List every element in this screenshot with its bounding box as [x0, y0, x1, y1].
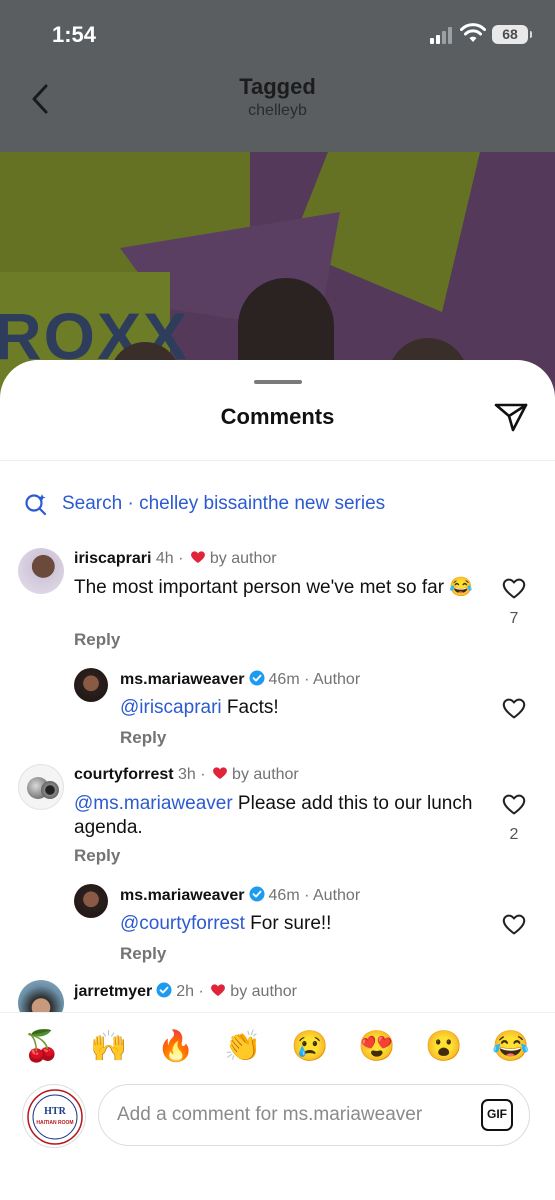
avatar[interactable] — [74, 668, 108, 702]
mention-link[interactable]: @courtyforrest — [120, 913, 245, 934]
verified-icon — [249, 670, 265, 686]
heart-icon[interactable] — [501, 792, 527, 816]
comment-composer: HTR HAITIAN ROOM GIF — [0, 1080, 555, 1200]
liked-by-author: by author — [230, 983, 298, 1000]
reply-button[interactable]: Reply — [120, 944, 166, 964]
avatar[interactable] — [74, 884, 108, 918]
emoji-laughing[interactable]: 😂 — [491, 1029, 531, 1065]
heart-icon — [211, 984, 226, 996]
author-tag: Author — [313, 671, 361, 688]
svg-text:HAITIAN ROOM: HAITIAN ROOM — [36, 1120, 73, 1126]
comment-text: @courtyforrest For sure!! — [120, 913, 332, 934]
comment-meta: jarretmyer 2h · by author — [74, 982, 298, 1000]
reply-button[interactable]: Reply — [74, 630, 120, 650]
author-tag: Author — [313, 887, 361, 904]
liked-by-author: by author — [232, 766, 299, 783]
search-suggestion[interactable]: Search · chelley bissainthe new series — [62, 493, 385, 515]
comment-username[interactable]: courtyforrest — [74, 766, 174, 783]
emoji-heart-eyes[interactable]: 😍 — [357, 1029, 397, 1065]
mention-link[interactable]: @iriscaprari — [120, 697, 222, 718]
heart-icon — [190, 551, 205, 563]
heart-icon[interactable] — [501, 696, 527, 720]
heart-icon[interactable] — [501, 912, 527, 936]
top-navbar: Tagged chelleyb — [0, 70, 555, 152]
comment-input[interactable] — [117, 1097, 457, 1133]
comment-input-box[interactable]: GIF — [98, 1084, 530, 1146]
background-overlay: 1:54 68 Tagged chelleyb ROXX — [0, 0, 555, 420]
comment-username[interactable]: ms.mariaweaver — [120, 671, 245, 688]
reply-button[interactable]: Reply — [74, 846, 120, 866]
comment-time: 2h — [176, 983, 195, 1000]
comment-meta: ms.mariaweaver 46m · Author — [120, 670, 361, 688]
like-count: 7 — [509, 610, 519, 627]
emoji-crying[interactable]: 😢 — [290, 1029, 330, 1065]
like-count: 2 — [509, 826, 519, 843]
emoji-quick-bar: 🍒 🙌 🔥 👏 😢 😍 😮 😂 — [0, 1012, 555, 1080]
battery-indicator: 68 — [492, 25, 532, 44]
signal-icon — [430, 26, 456, 44]
page-title: Tagged — [239, 74, 316, 99]
emoji-clapping[interactable]: 👏 — [223, 1029, 263, 1065]
comment-time: 46m — [268, 671, 300, 688]
heart-icon — [213, 767, 227, 779]
comment-text: The most important person we've met so f… — [74, 577, 473, 598]
status-time: 1:54 — [52, 22, 97, 47]
comment-text: @ms.mariaweaver Please add this to our l… — [74, 793, 473, 838]
haitian-room-logo-icon: HTR HAITIAN ROOM — [27, 1089, 83, 1145]
comment-time: 3h — [178, 766, 196, 783]
comment-username[interactable]: ms.mariaweaver — [120, 887, 245, 904]
comment-username[interactable]: jarretmyer — [74, 983, 152, 1000]
comment-meta: courtyforrest 3h · by author — [74, 766, 299, 783]
emoji-fire[interactable]: 🔥 — [156, 1029, 196, 1065]
sheet-title: Comments — [220, 404, 335, 429]
comment-text: @iriscaprari Facts! — [120, 697, 279, 718]
comment-meta: ms.mariaweaver 46m · Author — [120, 886, 361, 904]
share-icon[interactable] — [493, 400, 529, 434]
wifi-icon — [460, 23, 486, 42]
verified-icon — [249, 886, 265, 902]
emoji-surprised[interactable]: 😮 — [424, 1029, 464, 1065]
search-icon — [25, 494, 47, 516]
svg-text:HTR: HTR — [44, 1106, 66, 1117]
avatar[interactable] — [18, 548, 64, 594]
comment-time: 46m — [268, 887, 300, 904]
page-subtitle: chelleyb — [248, 102, 307, 119]
reply-button[interactable]: Reply — [120, 728, 166, 748]
comment-username[interactable]: iriscaprari — [74, 550, 151, 567]
liked-by-author: by author — [209, 550, 277, 567]
my-avatar[interactable]: HTR HAITIAN ROOM — [22, 1084, 86, 1148]
emoji-cherries[interactable]: 🍒 — [22, 1029, 62, 1065]
verified-icon — [156, 982, 172, 998]
status-bar: 1:54 68 — [0, 0, 555, 70]
heart-icon[interactable] — [501, 576, 527, 600]
avatar[interactable] — [18, 764, 64, 810]
drag-handle[interactable] — [254, 380, 302, 384]
mention-link[interactable]: @ms.mariaweaver — [74, 793, 233, 814]
comment-meta: iriscaprari 4h · by author — [74, 550, 277, 567]
divider — [0, 460, 555, 461]
gif-button[interactable]: GIF — [481, 1099, 513, 1131]
emoji-raised-hands[interactable]: 🙌 — [89, 1029, 129, 1065]
comment-time: 4h — [155, 550, 174, 567]
